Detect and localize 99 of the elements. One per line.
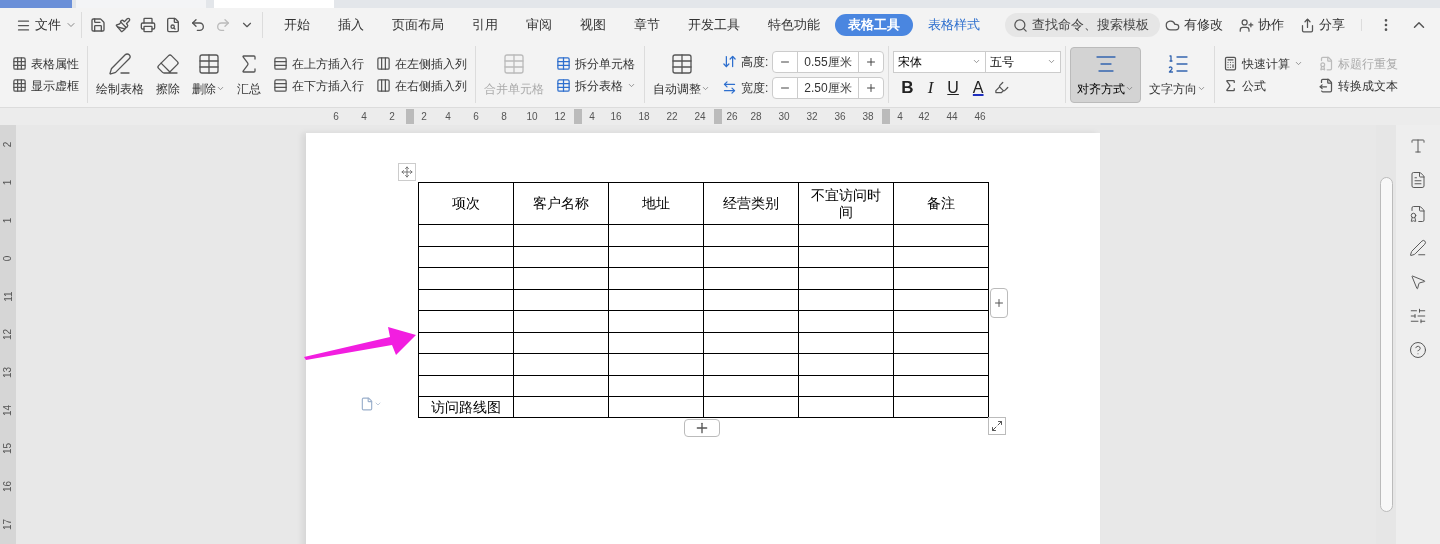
format-button[interactable]: A: [968, 76, 988, 99]
ribbon-tab[interactable]: 开发工具: [675, 14, 753, 36]
spin-field[interactable]: 0.55厘米: [772, 50, 885, 73]
ribbon-button[interactable]: 转换成文本: [1315, 74, 1404, 97]
rows-icon: [273, 56, 288, 71]
settings-icon[interactable]: [1409, 307, 1427, 325]
header-cell: 项次: [418, 182, 514, 225]
ribbon-button[interactable]: 在右侧插入列: [372, 74, 471, 97]
table-icon: [502, 51, 526, 76]
print-preview-icon[interactable]: [165, 17, 181, 33]
ribbon-tab[interactable]: 视图: [567, 14, 619, 36]
calculator-icon: [1223, 56, 1239, 71]
ribbon-tab[interactable]: 审阅: [513, 14, 565, 36]
document-icon: [1319, 78, 1335, 93]
columns-icon: [376, 56, 391, 71]
vertical-ruler: 2 1 1 0 11 12 13 14 15 16 17: [0, 125, 16, 544]
ribbon-button[interactable]: 汇总: [233, 47, 265, 102]
table-icon: [196, 51, 221, 76]
ribbon-button[interactable]: 在上方插入行: [269, 52, 368, 75]
ribbon-button[interactable]: 表格属性: [8, 52, 83, 75]
document-icon[interactable]: [1409, 171, 1427, 189]
scrollbar[interactable]: [1379, 177, 1393, 512]
header-cell: 不宜访问时间: [798, 182, 894, 225]
add-row-icon[interactable]: [684, 419, 720, 437]
ribbon-tab[interactable]: 表格样式: [915, 14, 993, 36]
caret-icon: [1197, 84, 1207, 93]
ribbon-button[interactable]: 文字方向: [1145, 47, 1211, 102]
pen-icon[interactable]: [1409, 239, 1427, 257]
width-icon: [722, 80, 737, 95]
header-cell: 经营类别: [703, 182, 799, 225]
save-icon[interactable]: [90, 17, 106, 33]
cloud-icon: [1165, 17, 1180, 33]
ribbon-button[interactable]: 显示虚框: [8, 74, 83, 97]
ribbon-button[interactable]: 自动调整: [649, 47, 714, 102]
ribbon-tab[interactable]: 引用: [459, 14, 511, 36]
ribbon-button[interactable]: 拆分单元格: [552, 52, 640, 75]
share-icon: [1300, 17, 1315, 33]
ribbon-button[interactable]: 公式: [1219, 74, 1308, 97]
header-cell: 备注: [893, 182, 989, 225]
search-icon: [1013, 17, 1028, 33]
add-user-icon: [1239, 17, 1254, 33]
caret-icon: [1294, 59, 1304, 68]
table-icon: [12, 56, 27, 71]
ribbon-tab[interactable]: 表格工具: [835, 14, 913, 36]
document-icon: [1319, 56, 1335, 71]
table-icon: [556, 56, 571, 71]
eraser-icon: [156, 51, 180, 76]
rows-icon: [273, 78, 288, 93]
ribbon-button[interactable]: 在左侧插入列: [372, 52, 471, 75]
ribbon-button[interactable]: 擦除: [152, 47, 184, 102]
format-button[interactable]: B: [897, 76, 918, 99]
table-cell: 访问路线图: [418, 396, 514, 418]
ribbon-tab[interactable]: 插入: [325, 14, 377, 36]
table-icon: [556, 78, 571, 93]
undo-icon[interactable]: [190, 17, 206, 33]
ribbon-tab[interactable]: 开始: [271, 14, 323, 36]
toolbar-button[interactable]: 有修改: [1165, 15, 1223, 35]
ribbon-button[interactable]: 拆分表格: [552, 74, 640, 97]
toolbar-button[interactable]: 分享: [1300, 15, 1345, 35]
pen-icon: [108, 51, 132, 76]
ribbon-tab[interactable]: 特色功能: [755, 14, 833, 36]
printer-icon[interactable]: [140, 17, 156, 33]
spin-field[interactable]: 2.50厘米: [772, 76, 885, 99]
ribbon-button[interactable]: 快速计算: [1219, 52, 1308, 75]
highlighter-icon[interactable]: [993, 80, 1009, 95]
move-table-icon[interactable]: [398, 163, 416, 181]
cursor-icon[interactable]: [1409, 273, 1427, 291]
ribbon-button[interactable]: 在下方插入行: [269, 74, 368, 97]
header-cell: 客户名称: [513, 182, 609, 225]
alignment-button[interactable]: 对齐方式: [1070, 46, 1142, 103]
height-icon: [722, 54, 737, 69]
search-field[interactable]: 查找命令、搜索模板: [1005, 13, 1160, 37]
ribbon-tab[interactable]: 章节: [621, 14, 673, 36]
paintbrush-icon[interactable]: [115, 17, 131, 33]
format-button[interactable]: I: [923, 76, 938, 99]
field-label: 高度:: [741, 53, 769, 71]
toolbar-button[interactable]: 协作: [1239, 15, 1284, 35]
file-menu[interactable]: 文件: [12, 15, 81, 35]
caret-icon: [216, 84, 225, 93]
caret-icon: [701, 84, 710, 93]
help-icon[interactable]: [1409, 341, 1427, 359]
document-icon[interactable]: [1409, 205, 1427, 223]
table-icon: [12, 78, 27, 93]
columns-icon: [376, 78, 391, 93]
menu-icon: [16, 17, 31, 33]
field-label: 宽度:: [741, 79, 769, 97]
plus-icon[interactable]: [865, 55, 878, 68]
table-icon: [669, 51, 694, 76]
plus-icon[interactable]: [865, 81, 878, 94]
ribbon-button[interactable]: 绘制表格: [92, 47, 148, 102]
header-cell: 地址: [608, 182, 704, 225]
format-button[interactable]: U: [943, 76, 963, 99]
ribbon-button[interactable]: 删除: [188, 47, 229, 102]
caret-icon: [627, 81, 636, 90]
ribbon-tab[interactable]: 页面布局: [379, 14, 457, 36]
text-icon[interactable]: [1409, 137, 1427, 155]
caret-icon: [1125, 84, 1135, 93]
add-column-icon[interactable]: [990, 288, 1008, 318]
resize-table-icon[interactable]: [988, 417, 1006, 435]
